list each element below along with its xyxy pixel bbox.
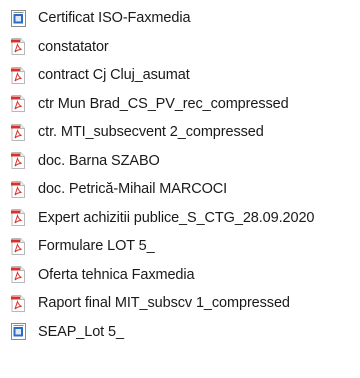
file-item[interactable]: constatator [0,33,360,62]
word-document-icon [10,9,26,27]
file-name: Oferta tehnica Faxmedia [38,266,195,283]
pdf-document-icon [10,123,26,141]
file-name: Raport final MIT_subscv 1_compressed [38,295,290,312]
file-name: SEAP_Lot 5_ [38,323,124,340]
file-name: Certificat ISO-Faxmedia [38,10,191,27]
word-document-icon [10,323,26,341]
file-item[interactable]: SEAP_Lot 5_ [0,318,360,347]
file-name: ctr Mun Brad_CS_PV_rec_compressed [38,95,289,112]
file-item[interactable]: Expert achizitii publice_S_CTG_28.09.202… [0,204,360,233]
pdf-document-icon [10,38,26,56]
pdf-document-icon [10,180,26,198]
pdf-document-icon [10,209,26,227]
file-list: Certificat ISO-Faxmedia constatator cont… [0,0,360,378]
file-item[interactable]: ctr. MTI_subsecvent 2_compressed [0,118,360,147]
pdf-document-icon [10,237,26,255]
file-item[interactable]: doc. Petrică-Mihail MARCOCI [0,175,360,204]
file-item[interactable]: contract Cj Cluj_asumat [0,61,360,90]
pdf-document-icon [10,152,26,170]
file-name: Formulare LOT 5_ [38,238,155,255]
file-name: Expert achizitii publice_S_CTG_28.09.202… [38,209,315,226]
file-item[interactable]: ctr Mun Brad_CS_PV_rec_compressed [0,90,360,119]
file-item[interactable]: Oferta tehnica Faxmedia [0,261,360,290]
file-item[interactable]: Raport final MIT_subscv 1_compressed [0,289,360,318]
file-name: doc. Petrică-Mihail MARCOCI [38,181,228,198]
file-item[interactable]: Formulare LOT 5_ [0,232,360,261]
pdf-document-icon [10,266,26,284]
file-item[interactable]: Certificat ISO-Faxmedia [0,4,360,33]
file-name: constatator [38,38,109,55]
pdf-document-icon [10,95,26,113]
file-item[interactable]: doc. Barna SZABO [0,147,360,176]
file-name: doc. Barna SZABO [38,152,160,169]
pdf-document-icon [10,66,26,84]
file-name: ctr. MTI_subsecvent 2_compressed [38,124,264,141]
file-name: contract Cj Cluj_asumat [38,67,190,84]
pdf-document-icon [10,294,26,312]
